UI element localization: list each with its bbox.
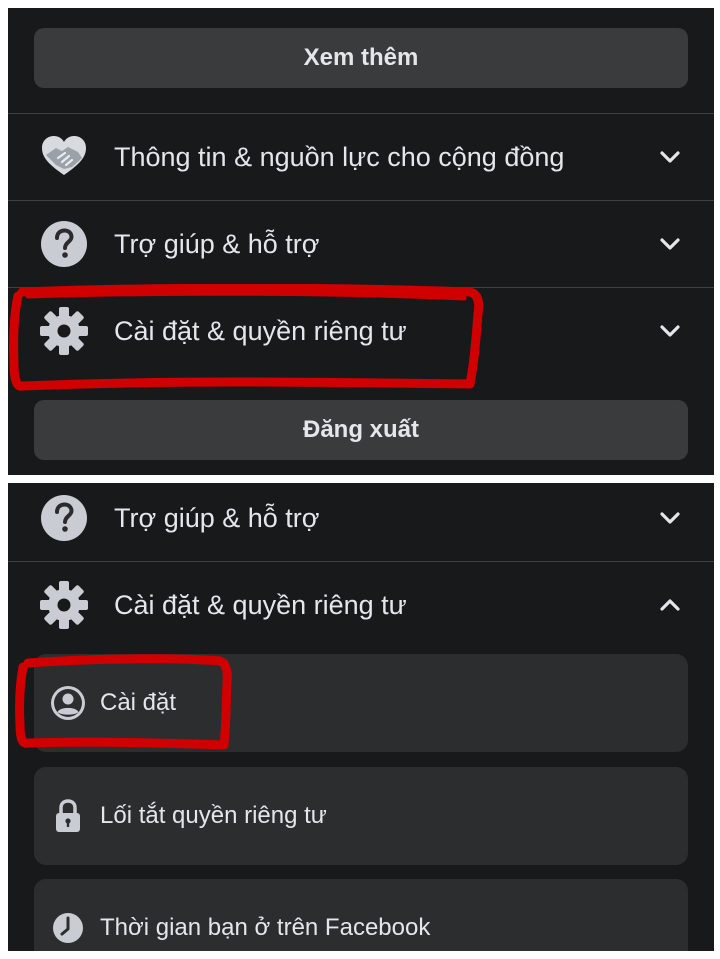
user-circle-icon — [51, 686, 85, 720]
chevron-down-icon — [660, 512, 680, 524]
menu-item-help-support[interactable]: Trợ giúp & hỗ trợ — [8, 201, 714, 287]
gear-icon — [40, 307, 88, 355]
submenu-item-label: Thời gian bạn ở trên Facebook — [100, 914, 431, 941]
heart-hands-icon — [42, 136, 86, 175]
question-icon — [41, 495, 87, 541]
chevron-down-icon — [660, 238, 680, 250]
submenu-item-privacy-shortcuts[interactable]: Lối tắt quyền riêng tư — [34, 767, 688, 865]
logout-label: Đăng xuất — [302, 416, 419, 443]
menu-item-help-support[interactable]: Trợ giúp & hỗ trợ — [8, 483, 714, 561]
submenu-item-settings[interactable]: Cài đặt — [34, 654, 688, 752]
chevron-down-icon — [660, 151, 680, 163]
see-more-label: Xem thêm — [303, 44, 419, 71]
see-more-button[interactable]: Xem thêm — [34, 28, 688, 88]
menu-item-label: Trợ giúp & hỗ trợ — [114, 228, 320, 259]
lock-icon — [56, 799, 80, 832]
menu-panel-bottom: Trợ giúp & hỗ trợ Cài đặt & quyền riêng … — [8, 483, 714, 951]
question-icon — [41, 221, 87, 267]
menu-item-settings-privacy[interactable]: Cài đặt & quyền riêng tư — [8, 562, 714, 648]
gear-icon — [40, 581, 88, 629]
menu-item-label: Cài đặt & quyền riêng tư — [114, 589, 407, 620]
menu-item-community-info[interactable]: Thông tin & nguồn lực cho cộng đồng — [8, 114, 714, 200]
menu-panel-top: Xem thêm Thông tin & nguồn lực cho cộng … — [8, 8, 714, 475]
chevron-down-icon — [660, 325, 680, 337]
menu-item-label: Cài đặt & quyền riêng tư — [114, 315, 407, 346]
logout-button[interactable]: Đăng xuất — [34, 400, 688, 460]
menu-item-label: Thông tin & nguồn lực cho cộng đồng — [114, 141, 565, 172]
submenu-item-label: Cài đặt — [100, 689, 177, 716]
chevron-up-icon — [660, 599, 680, 611]
clock-icon — [53, 913, 83, 943]
menu-item-settings-privacy[interactable]: Cài đặt & quyền riêng tư — [8, 288, 714, 374]
submenu-item-time-on-facebook[interactable]: Thời gian bạn ở trên Facebook — [34, 879, 688, 951]
submenu-item-label: Lối tắt quyền riêng tư — [100, 802, 327, 829]
menu-item-label: Trợ giúp & hỗ trợ — [114, 502, 320, 533]
